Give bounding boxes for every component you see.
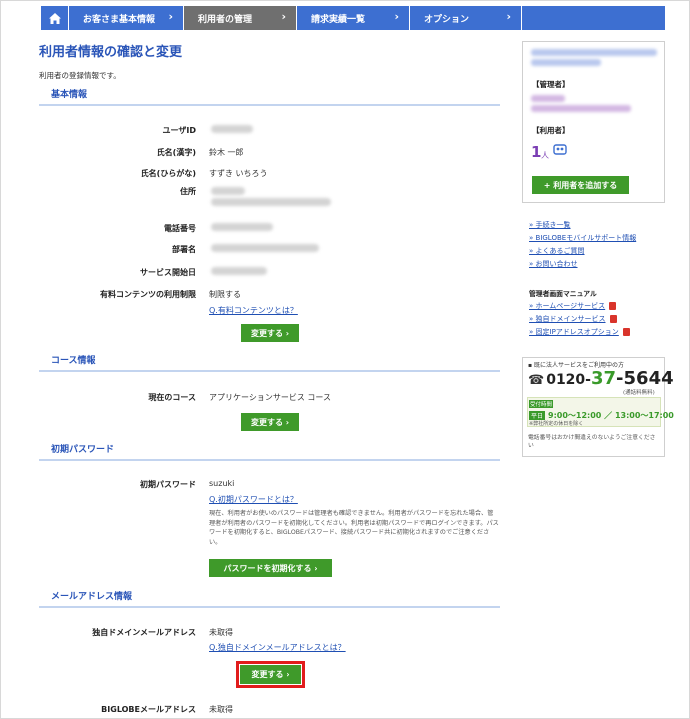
company-name-redacted: [531, 49, 657, 56]
hours-note: ※弊社所定の休日を除く: [529, 421, 584, 427]
initial-password-value: suzuki: [209, 479, 235, 488]
hours-weekday-badge: 平日: [529, 411, 546, 420]
tel-note: (通話料無料): [623, 390, 655, 396]
home-icon: [48, 12, 61, 24]
user-id-value-redacted: [211, 125, 253, 133]
service-start-redacted: [211, 267, 267, 275]
nav-spacer: [521, 6, 665, 30]
mail-change-button[interactable]: 変更する ›: [240, 665, 301, 684]
pdf-icon: [609, 314, 617, 323]
sidebar-link-faq[interactable]: よくあるご質問: [529, 246, 585, 256]
user-count-unit: 人: [541, 151, 549, 160]
section-basic-info: 基本情報: [39, 87, 500, 106]
page-description: 利用者の登録情報です。: [39, 71, 121, 80]
nav-tab-customer-info[interactable]: お客さま基本情報 ›: [69, 6, 184, 30]
hours-title: 受付時間: [529, 400, 553, 408]
address-redacted: [211, 187, 245, 195]
chevron-right-icon: ›: [281, 10, 286, 23]
user-id-label: ユーザID: [162, 126, 196, 135]
sidebar-link-mobile-support[interactable]: BIGLOBEモバイルサポート情報: [529, 233, 637, 243]
biglobe-mail-label: BIGLOBEメールアドレス: [101, 705, 196, 714]
phone-icon: ☎: [528, 373, 545, 388]
top-nav: お客さま基本情報 › 利用者の管理 › 請求実績一覧 › オプション ›: [41, 6, 665, 30]
tel-number: ☎ 0120- 37 -5644: [528, 368, 674, 389]
chevron-right-icon: ›: [168, 10, 173, 23]
phone-label: 電話番号: [164, 224, 196, 233]
page-frame: お客さま基本情報 › 利用者の管理 › 請求実績一覧 › オプション › 利用者…: [0, 0, 690, 719]
sidebar-link-contact[interactable]: お問い合わせ: [529, 259, 578, 269]
tel-warning: 電話番号はおかけ間違えのないようご注意ください: [528, 435, 656, 449]
own-domain-mail-value: 未取得: [209, 628, 233, 637]
nav-tab-label: お客さま基本情報: [83, 14, 156, 25]
current-course-value: アプリケーションサービス コース: [209, 393, 331, 402]
own-domain-mail-label: 独自ドメインメールアドレス: [92, 628, 196, 637]
section-course-info: コース情報: [39, 353, 500, 372]
nav-tab-billing[interactable]: 請求実績一覧 ›: [297, 6, 410, 30]
name-kanji-value: 鈴木 一郎: [209, 148, 244, 157]
own-domain-mail-help-link[interactable]: Q.独自ドメインメールアドレスとは？: [209, 642, 346, 653]
sidebar-link-procedures[interactable]: 手続き一覧: [529, 220, 571, 230]
address-redacted: [211, 198, 331, 206]
manual-link-domain[interactable]: 独自ドメインサービス: [529, 315, 606, 323]
nav-tab-user-management[interactable]: 利用者の管理 ›: [184, 6, 297, 30]
tel-prefix: 0120-: [546, 372, 591, 388]
users-icon: [553, 144, 567, 155]
pdf-icon: [609, 301, 617, 310]
password-init-button[interactable]: パスワードを初期化する ›: [209, 559, 332, 577]
course-change-button[interactable]: 変更する ›: [241, 413, 299, 431]
initial-password-label: 初期パスワード: [140, 480, 196, 489]
biglobe-mail-value: 未取得: [209, 705, 233, 714]
manual-link-row: ホームページサービス: [529, 301, 617, 311]
name-kanji-label: 氏名(漢字): [156, 148, 196, 157]
nav-tab-label: 請求実績一覧: [311, 14, 366, 25]
section-initial-password: 初期パスワード: [39, 442, 500, 461]
pdf-icon: [622, 327, 630, 336]
users-label: 【利用者】: [532, 126, 570, 135]
manual-link-fixed-ip[interactable]: 固定IPアドレスオプション: [529, 328, 619, 336]
address-label: 住所: [180, 187, 196, 196]
admin-name-redacted: [531, 95, 565, 102]
manual-link-homepage[interactable]: ホームページサービス: [529, 302, 605, 310]
section-mail-info: メールアドレス情報: [39, 589, 500, 608]
name-kana-label: 氏名(ひらがな): [140, 169, 196, 178]
tel-mid: 37: [590, 368, 617, 389]
user-count: 1: [531, 143, 542, 161]
admin-name-redacted: [531, 105, 631, 112]
paid-content-help-link[interactable]: Q.有料コンテンツとは？: [209, 305, 298, 316]
company-name-redacted: [531, 59, 601, 66]
nav-tab-label: オプション: [424, 14, 470, 25]
name-kana-value: すずき いちろう: [209, 169, 268, 178]
manual-link-row: 独自ドメインサービス: [529, 314, 617, 324]
paid-content-value: 制限する: [209, 290, 241, 299]
initial-password-note: 現在、利用者がお使いのパスワードは管理者も確認できません。利用者がパスワードを忘…: [209, 510, 499, 546]
initial-password-help-link[interactable]: Q.初期パスワードとは？: [209, 494, 298, 505]
nav-tab-label: 利用者の管理: [198, 14, 253, 25]
basic-change-button[interactable]: 変更する ›: [241, 324, 299, 342]
manual-title: 管理者画面マニュアル: [529, 290, 597, 298]
tel-suffix: -5644: [616, 368, 674, 389]
add-user-button[interactable]: + 利用者を追加する: [532, 176, 629, 194]
manual-link-row: 固定IPアドレスオプション: [529, 327, 630, 337]
current-course-label: 現在のコース: [148, 393, 196, 402]
chevron-right-icon: ›: [506, 10, 511, 23]
service-start-label: サービス開始日: [140, 268, 196, 277]
nav-tab-options[interactable]: オプション ›: [410, 6, 522, 30]
department-label: 部署名: [172, 245, 196, 254]
paid-content-label: 有料コンテンツの利用制限: [100, 290, 196, 299]
page-title: 利用者情報の確認と変更: [39, 45, 183, 60]
chevron-right-icon: ›: [394, 10, 399, 23]
admin-label: 【管理者】: [532, 80, 570, 89]
home-button[interactable]: [41, 6, 69, 30]
department-redacted: [211, 244, 319, 252]
phone-redacted: [211, 223, 273, 231]
